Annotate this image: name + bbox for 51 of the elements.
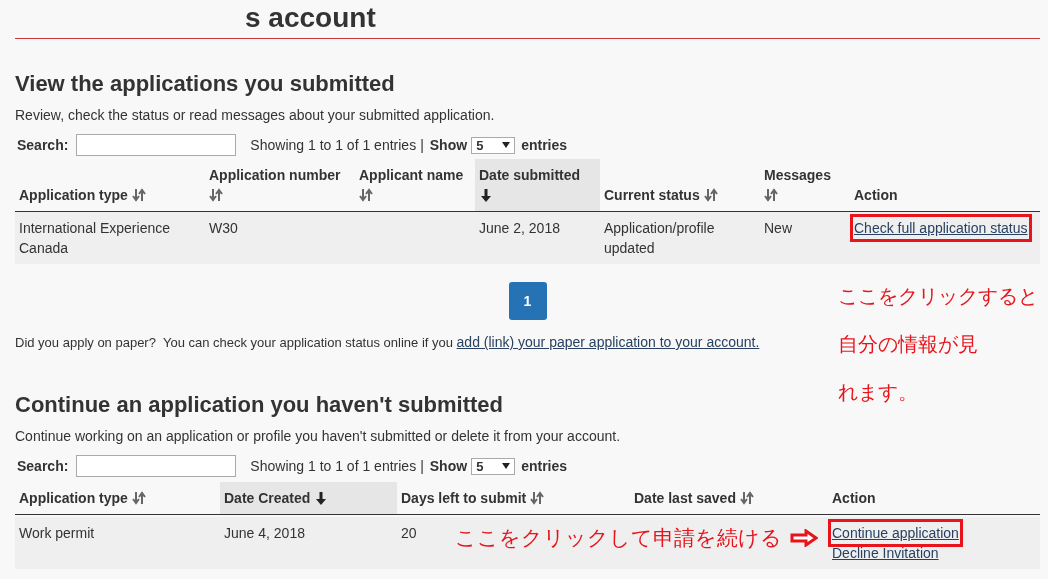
sort-icon[interactable]	[764, 188, 778, 202]
table-cell: 20	[401, 525, 417, 541]
separator: |	[420, 137, 424, 153]
search-field[interactable]	[76, 134, 237, 156]
table-cell: June 2, 2018	[479, 220, 560, 236]
entries-info: Showing 1 to 1 of 1 entries	[250, 137, 417, 153]
search-label: Search:	[17, 137, 69, 153]
table-cell: New	[764, 220, 792, 236]
column-header[interactable]: Date submitted	[475, 159, 600, 212]
paper-note: Did you apply on paper? You can check your application status online if you add (link) your paper application to your account.	[15, 334, 760, 350]
table-cell: June 4, 2018	[224, 525, 305, 541]
sort-icon[interactable]	[131, 188, 146, 202]
column-header[interactable]: Date last saved	[630, 482, 828, 515]
entries-label: entries	[521, 137, 568, 153]
search-label: Search:	[17, 458, 69, 474]
annotation-text: ここをクリックして申請を続ける	[455, 525, 782, 551]
arrow-right-icon	[790, 529, 818, 547]
page-title: s account	[244, 1, 377, 35]
column-header[interactable]: Action	[828, 482, 1040, 515]
show-label: Show	[429, 458, 468, 474]
table-cell: W30	[209, 220, 238, 236]
page-size-dropdown[interactable]: 5	[471, 136, 516, 154]
section-description: Review, check the status or read messages about your submitted application.	[15, 107, 495, 123]
column-header[interactable]: Date Created	[220, 482, 397, 515]
table-cell: Work permit	[19, 525, 95, 541]
action-link[interactable]: Decline Invitation	[832, 543, 939, 563]
search-field[interactable]	[76, 455, 237, 477]
sort-icon[interactable]	[131, 491, 146, 505]
entries-label: entries	[521, 458, 568, 474]
section-heading: Continue an application you haven't submitted	[15, 392, 504, 418]
column-header[interactable]: Days left to submit	[397, 482, 630, 515]
arrow-down-icon[interactable]	[314, 491, 329, 505]
table-cell: Application/profile updated	[604, 220, 715, 256]
sort-icon[interactable]	[359, 188, 373, 202]
table-cell: International Experience Canada	[19, 220, 170, 256]
sort-icon[interactable]	[530, 491, 545, 505]
sort-icon[interactable]	[209, 188, 223, 202]
add-paper-application-link[interactable]: add (link) your paper application to your account.	[456, 334, 760, 350]
entries-info: Showing 1 to 1 of 1 entries	[250, 458, 417, 474]
sort-icon[interactable]	[703, 188, 718, 202]
page-button[interactable]: 1	[508, 282, 547, 320]
caret-icon	[502, 142, 511, 148]
separator: |	[420, 458, 424, 474]
show-label: Show	[429, 137, 468, 153]
section-description: Continue working on an application or profile you haven't submitted or delete it from your account.	[15, 428, 620, 444]
section-heading: View the applications you submitted	[15, 71, 395, 97]
arrow-down-icon[interactable]	[479, 188, 493, 202]
sort-icon[interactable]	[739, 491, 754, 505]
annotation-text: ここをクリックすると 自分の情報が見 れます。	[838, 284, 1038, 405]
page-size-dropdown[interactable]: 5	[471, 457, 516, 475]
caret-icon	[502, 463, 511, 469]
